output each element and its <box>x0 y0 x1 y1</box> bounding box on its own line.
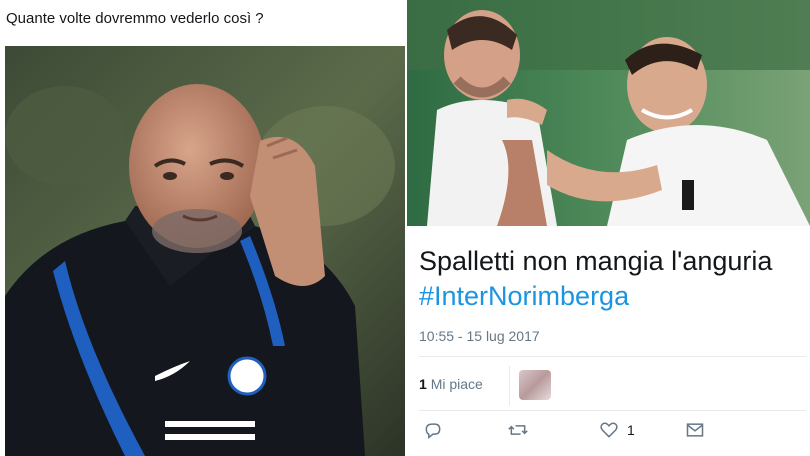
tweet-actions: 1 <box>419 420 809 448</box>
likes-count: 1 <box>419 376 427 392</box>
likes-stat[interactable]: 1 Mi piace <box>419 376 483 392</box>
tweet-caption: Quante volte dovremmo vederlo così ? <box>6 10 264 27</box>
hashtag-link[interactable]: #InterNorimberga <box>419 279 809 314</box>
retweet-icon <box>508 425 528 435</box>
envelope-icon <box>686 423 704 437</box>
right-tweet-panel: Spalletti non mangia l'anguria #InterNor… <box>407 0 810 456</box>
heart-icon <box>600 422 618 438</box>
tweet-text: Spalletti non mangia l'anguria #InterNor… <box>419 244 809 314</box>
divider-bottom <box>419 410 806 411</box>
liker-avatar[interactable] <box>519 370 551 400</box>
like-button[interactable]: 1 <box>599 420 635 440</box>
stats-separator <box>509 366 510 406</box>
coach-photo-image <box>5 46 405 456</box>
left-tweet-panel: Quante volte dovremmo vederlo così ? <box>0 0 405 456</box>
players-photo[interactable] <box>407 0 810 226</box>
players-photo-image <box>407 0 810 226</box>
like-count: 1 <box>627 422 635 438</box>
coach-photo[interactable] <box>5 46 405 456</box>
reply-button[interactable] <box>423 420 443 440</box>
likes-label: Mi piace <box>430 376 483 392</box>
retweet-button[interactable] <box>507 420 529 440</box>
direct-message-button[interactable] <box>685 420 705 440</box>
tweet-stats: 1 Mi piace <box>419 366 809 406</box>
divider-top <box>419 356 806 357</box>
tweet-body: Spalletti non mangia l'anguria <box>419 246 773 276</box>
reply-icon <box>425 423 441 440</box>
tweet-timestamp[interactable]: 10:55 - 15 lug 2017 <box>419 328 540 344</box>
